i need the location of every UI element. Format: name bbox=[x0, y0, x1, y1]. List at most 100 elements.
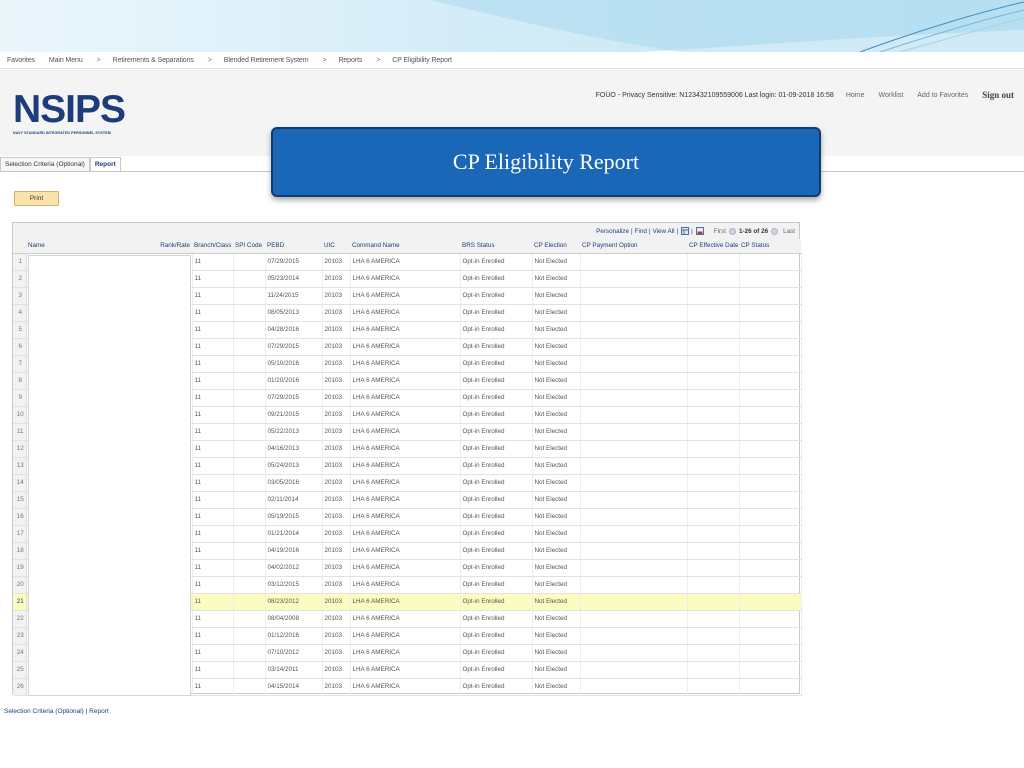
cell-brs-status: Opt-in Enrolled bbox=[460, 474, 533, 492]
cell-spi-code bbox=[233, 440, 266, 458]
header-name[interactable]: Name bbox=[26, 239, 146, 254]
cell-cp-status bbox=[739, 457, 802, 475]
cell-pebd: 04/15/2014 bbox=[265, 678, 323, 696]
cell-branch-class: 11 bbox=[192, 593, 234, 611]
cell-branch-class: 11 bbox=[192, 627, 234, 645]
home-link[interactable]: Home bbox=[846, 92, 865, 99]
cell-cp-effective-date bbox=[687, 423, 740, 441]
cell-cp-election: Not Elected bbox=[532, 389, 581, 407]
header-cp-status[interactable]: CP Status bbox=[739, 239, 801, 254]
header-pebd[interactable]: PEBD bbox=[265, 239, 322, 254]
row-number: 6 bbox=[13, 338, 27, 356]
cell-pebd: 08/04/2008 bbox=[265, 610, 323, 628]
cell-cp-status bbox=[739, 474, 802, 492]
cell-cp-effective-date bbox=[687, 678, 740, 696]
cell-command-name: LHA 6 AMERICA bbox=[350, 406, 461, 424]
header-cp-election[interactable]: CP Election bbox=[532, 239, 580, 254]
cell-branch-class: 11 bbox=[192, 304, 234, 322]
cell-cp-election: Not Elected bbox=[532, 525, 581, 543]
header-uic[interactable]: UIC bbox=[322, 239, 350, 254]
cell-cp-election: Not Elected bbox=[532, 491, 581, 509]
personalize-link[interactable]: Personalize bbox=[596, 228, 629, 235]
cell-brs-status: Opt-in Enrolled bbox=[460, 542, 533, 560]
cell-cp-election: Not Elected bbox=[532, 304, 581, 322]
cell-command-name: LHA 6 AMERICA bbox=[350, 610, 461, 628]
cell-branch-class: 11 bbox=[192, 372, 234, 390]
header-cp-effective-date[interactable]: CP Effective Date bbox=[687, 239, 739, 254]
breadcrumb-reports[interactable]: Reports bbox=[338, 57, 362, 64]
logo-word: NSIPS bbox=[13, 88, 126, 131]
row-number: 1 bbox=[13, 253, 27, 271]
cell-cp-payment-option bbox=[580, 491, 688, 509]
cell-cp-payment-option bbox=[580, 661, 688, 679]
cell-cp-effective-date bbox=[687, 593, 740, 611]
cell-cp-election: Not Elected bbox=[532, 593, 581, 611]
breadcrumb-retirements[interactable]: Retirements & Separations bbox=[113, 57, 194, 64]
row-number: 15 bbox=[13, 491, 27, 509]
bottom-link-report[interactable]: Report bbox=[89, 708, 109, 715]
cell-cp-status bbox=[739, 338, 802, 356]
grid-toolbar: Personalize | Find | View All | | First … bbox=[13, 223, 799, 239]
cell-command-name: LHA 6 AMERICA bbox=[350, 372, 461, 390]
cell-cp-effective-date bbox=[687, 525, 740, 543]
cell-cp-effective-date bbox=[687, 576, 740, 594]
cell-cp-election: Not Elected bbox=[532, 355, 581, 373]
cell-uic: 20103 bbox=[322, 525, 351, 543]
cell-pebd: 07/29/2015 bbox=[265, 389, 323, 407]
cell-spi-code bbox=[233, 372, 266, 390]
user-bar: FOUO - Privacy Sensitive: N1234321095590… bbox=[596, 90, 1014, 100]
cell-branch-class: 11 bbox=[192, 406, 234, 424]
cell-brs-status: Opt-in Enrolled bbox=[460, 372, 533, 390]
cell-uic: 20103 bbox=[322, 423, 351, 441]
tab-report[interactable]: Report bbox=[89, 157, 121, 172]
cell-pebd: 03/12/2015 bbox=[265, 576, 323, 594]
cell-cp-effective-date bbox=[687, 287, 740, 305]
cell-spi-code bbox=[233, 457, 266, 475]
last-page-link[interactable]: Last bbox=[783, 228, 795, 235]
cell-uic: 20103 bbox=[322, 474, 351, 492]
breadcrumb-brs[interactable]: Blended Retirement System bbox=[224, 57, 309, 64]
previous-page-icon[interactable] bbox=[729, 227, 737, 235]
header-spi-code[interactable]: SPI Code bbox=[233, 239, 265, 254]
worklist-link[interactable]: Worklist bbox=[879, 92, 904, 99]
cell-pebd: 05/22/2013 bbox=[265, 423, 323, 441]
header-branch-class[interactable]: Branch/Class bbox=[192, 239, 233, 254]
first-page-link[interactable]: First bbox=[714, 228, 726, 235]
cell-brs-status: Opt-in Enrolled bbox=[460, 406, 533, 424]
breadcrumb-favorites[interactable]: Favorites bbox=[7, 57, 35, 64]
cell-spi-code bbox=[233, 644, 266, 662]
cell-cp-payment-option bbox=[580, 508, 688, 526]
cell-command-name: LHA 6 AMERICA bbox=[350, 678, 461, 696]
cell-cp-payment-option bbox=[580, 610, 688, 628]
cell-uic: 20103 bbox=[322, 661, 351, 679]
cell-pebd: 04/02/2012 bbox=[265, 559, 323, 577]
row-number: 21 bbox=[13, 593, 27, 611]
next-page-icon[interactable] bbox=[771, 227, 779, 235]
breadcrumb-main-menu[interactable]: Main Menu bbox=[49, 57, 83, 64]
cell-cp-payment-option bbox=[580, 525, 688, 543]
row-number: 12 bbox=[13, 440, 27, 458]
cell-uic: 20103 bbox=[322, 559, 351, 577]
cell-cp-status bbox=[739, 525, 802, 543]
cell-cp-election: Not Elected bbox=[532, 338, 581, 356]
add-to-favorites-link[interactable]: Add to Favorites bbox=[917, 92, 968, 99]
zoom-grid-icon[interactable] bbox=[681, 227, 690, 235]
cell-uic: 20103 bbox=[322, 389, 351, 407]
download-excel-icon[interactable] bbox=[695, 227, 704, 235]
header-brs-status[interactable]: BRS Status bbox=[460, 239, 532, 254]
header-rank-rate[interactable]: Rank/Rate bbox=[146, 239, 192, 254]
cell-cp-payment-option bbox=[580, 542, 688, 560]
cell-cp-status bbox=[739, 253, 802, 271]
bottom-link-selection-criteria[interactable]: Selection Criteria (Optional) bbox=[4, 708, 84, 715]
cell-spi-code bbox=[233, 491, 266, 509]
print-button[interactable]: Print bbox=[14, 191, 59, 206]
header-cp-payment-option[interactable]: CP Payment Option bbox=[580, 239, 687, 254]
find-link[interactable]: Find bbox=[635, 228, 647, 235]
tab-selection-criteria[interactable]: Selection Criteria (Optional) bbox=[0, 157, 90, 172]
view-all-link[interactable]: View All bbox=[653, 228, 675, 235]
sign-out-link[interactable]: Sign out bbox=[982, 90, 1014, 100]
row-number: 4 bbox=[13, 304, 27, 322]
header-command-name[interactable]: Command Name bbox=[350, 239, 460, 254]
logo-tagline: NAVY STANDARD INTEGRATED PERSONNEL SYSTE… bbox=[13, 131, 111, 135]
cell-cp-payment-option bbox=[580, 423, 688, 441]
